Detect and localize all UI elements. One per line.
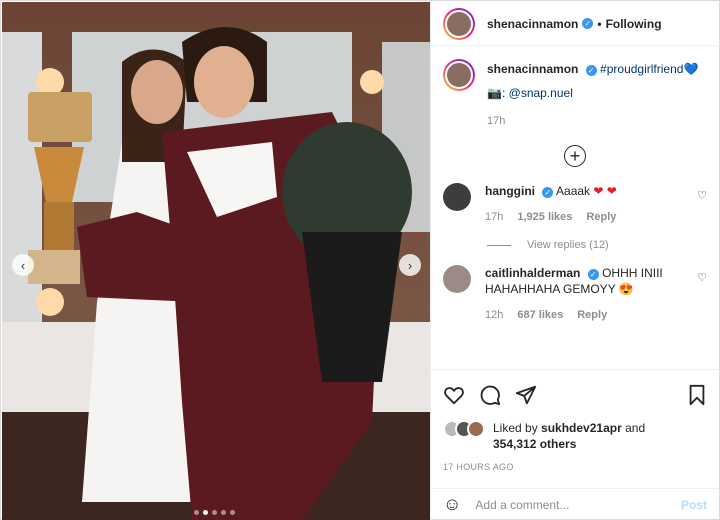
heart-icon[interactable] (443, 384, 465, 406)
photo-illustration (2, 2, 430, 520)
caption: shenacinnamon ✓ #proudgirlfriend💙 📷: @sn… (443, 59, 707, 127)
post-header: shenacinnamon ✓ • Following (431, 2, 720, 46)
commenter-avatar[interactable] (443, 265, 471, 293)
post-date[interactable]: 17 HOURS AGO (443, 462, 707, 472)
commenter-username[interactable]: caitlinhalderman (485, 266, 580, 280)
heart-eyes-emoji: 😍 (618, 282, 634, 296)
liked-user[interactable]: sukhdev21apr (541, 421, 622, 435)
verified-badge-icon: ✓ (587, 269, 599, 280)
header-separator: • (597, 16, 602, 31)
liked-prefix: Liked by (493, 421, 538, 435)
plus-circle-icon[interactable]: + (564, 145, 586, 167)
view-replies-label[interactable]: View replies (12) (527, 239, 609, 251)
post-photo[interactable]: ‹ › (2, 2, 430, 520)
verified-badge-icon: ✓ (585, 65, 597, 76)
commenter-username[interactable]: hanggini (485, 184, 535, 198)
caption-username[interactable]: shenacinnamon (487, 62, 578, 76)
caption-hashtag[interactable]: #proudgirlfriend (600, 62, 683, 76)
liked-others[interactable]: 354,312 others (493, 437, 576, 451)
post-modal: ‹ › shenacinnamon ✓ • Following shenacin… (0, 0, 720, 520)
carousel-indicator (194, 510, 235, 515)
carousel-dot (194, 510, 199, 515)
author-username[interactable]: shenacinnamon (487, 17, 578, 31)
carousel-dot (221, 510, 226, 515)
caption-mention[interactable]: @snap.nuel (509, 86, 573, 100)
reply-button[interactable]: Reply (577, 307, 607, 323)
bookmark-icon[interactable] (687, 384, 707, 406)
load-more: + (443, 145, 707, 167)
carousel-prev-button[interactable]: ‹ (12, 254, 34, 276)
post-actions: Liked by sukhdev21apr and 354,312 others… (431, 369, 719, 472)
reply-button[interactable]: Reply (586, 209, 616, 225)
replies-divider (487, 244, 511, 246)
comment-likes[interactable]: 687 likes (517, 307, 563, 323)
heart-icon[interactable]: ♡ (697, 189, 707, 202)
comment-time[interactable]: 17h (485, 209, 503, 225)
following-button[interactable]: Following (606, 17, 662, 31)
comments-list[interactable]: shenacinnamon ✓ #proudgirlfriend💙 📷: @sn… (431, 47, 719, 369)
carousel-dot (212, 510, 217, 515)
liked-by: Liked by sukhdev21apr and 354,312 others (443, 420, 707, 452)
comment-item: caitlinhalderman ✓ OHHH INIII HAHAHHAHA … (443, 265, 707, 323)
liked-avatars[interactable] (443, 420, 487, 452)
caption-avatar[interactable] (443, 59, 475, 91)
author-avatar[interactable] (443, 7, 475, 40)
credit-colon: : (501, 86, 506, 100)
carousel-dot (230, 510, 235, 515)
comment-text: Aaaak (556, 184, 591, 198)
post-side-panel: shenacinnamon ✓ • Following shenacinnamo… (430, 2, 720, 520)
post-button[interactable]: Post (681, 498, 707, 512)
paper-plane-icon[interactable] (515, 384, 537, 406)
comment-time[interactable]: 12h (485, 307, 503, 323)
red-heart-emoji: ❤ ❤ (593, 184, 617, 198)
carousel-dot-active (203, 510, 208, 515)
heart-icon[interactable]: ♡ (697, 271, 707, 284)
verified-badge-icon: ✓ (542, 187, 554, 198)
comment-icon[interactable] (479, 384, 501, 406)
view-replies[interactable]: View replies (12) (487, 239, 707, 251)
caption-time[interactable]: 17h (487, 115, 707, 127)
camera-emoji: 📷 (487, 86, 502, 100)
blue-heart-emoji: 💙 (683, 62, 699, 76)
add-comment-bar: ☺ Post (431, 488, 719, 520)
commenter-avatar[interactable] (443, 183, 471, 211)
verified-badge-icon: ✓ (582, 18, 594, 29)
comment-likes[interactable]: 1,925 likes (517, 209, 572, 225)
comment-item: hanggini ✓ Aaaak ❤ ❤ 17h 1,925 likes Rep… (443, 183, 707, 225)
liked-and: and (625, 421, 646, 435)
smiley-icon[interactable]: ☺ (443, 494, 461, 515)
comment-input[interactable] (475, 497, 681, 512)
carousel-next-button[interactable]: › (399, 254, 421, 276)
